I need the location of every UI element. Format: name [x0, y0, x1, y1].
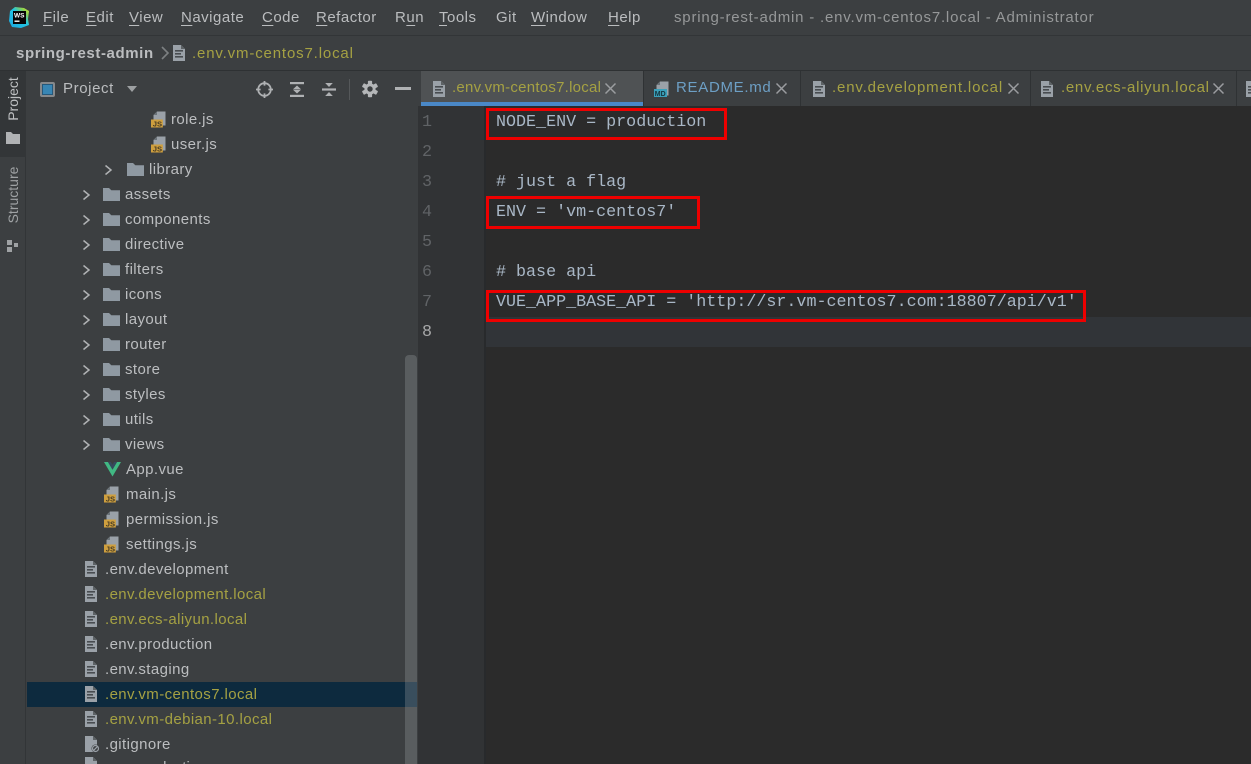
svg-text:JS: JS	[153, 119, 162, 128]
svg-text:MD: MD	[655, 91, 666, 97]
svg-text:JS: JS	[153, 144, 162, 153]
svg-text:JS: JS	[106, 494, 115, 503]
svg-text:JS: JS	[106, 544, 115, 553]
svg-text:JS: JS	[106, 519, 115, 528]
